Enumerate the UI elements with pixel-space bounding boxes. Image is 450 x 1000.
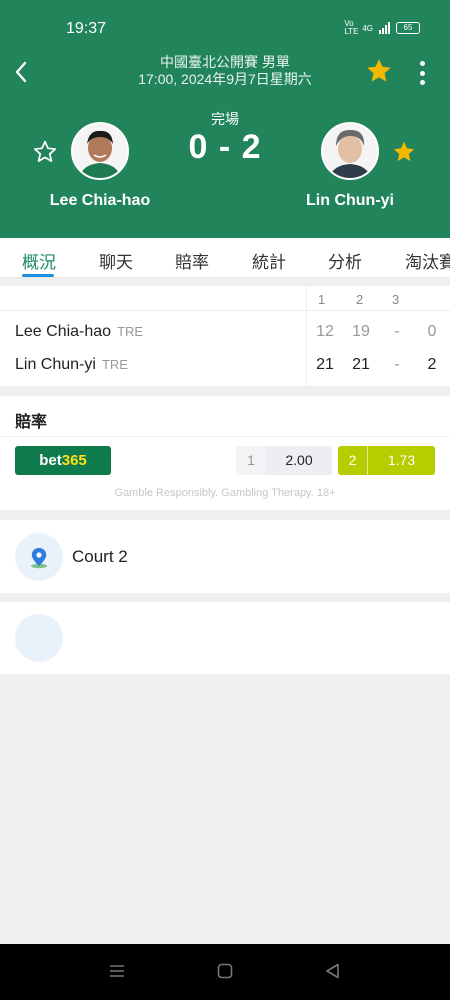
odds-option-label: 1: [247, 452, 255, 468]
match-datetime: 17:00, 2024年9月7日星期六: [138, 71, 312, 87]
set-scoreboard: 1 2 3 Lee Chia-hao TRE 12 19 - 0 Lin Chun…: [0, 286, 450, 386]
status-icons: Vo LTE 4G 65: [344, 20, 420, 36]
set-score: 12: [316, 323, 334, 340]
bookmaker-logo[interactable]: bet365: [15, 446, 111, 475]
odds-title: 賠率: [15, 414, 48, 431]
status-bar: 19:37 Vo LTE 4G 65: [0, 0, 450, 50]
gambling-disclaimer[interactable]: Gamble Responsibly. Gambling Therapy. 18…: [0, 487, 450, 499]
match-status: 完場: [211, 111, 239, 127]
tab-stats[interactable]: 統計: [252, 248, 286, 273]
info-card: [0, 602, 450, 674]
active-tab-indicator: [22, 274, 54, 277]
tab-knockout[interactable]: 淘汰賽: [405, 248, 450, 273]
table-row: Lee Chia-hao TRE: [15, 323, 143, 341]
odds-option-2[interactable]: 2 1.73: [338, 446, 435, 475]
row-player-name: Lin Chun-yi: [15, 356, 96, 373]
player-right-avatar[interactable]: [321, 122, 379, 180]
set-score: -: [394, 356, 400, 373]
set-1-header: 1: [318, 292, 326, 307]
divider: [0, 436, 450, 437]
tab-chat[interactable]: 聊天: [99, 248, 133, 273]
player-left-avatar[interactable]: [71, 122, 129, 180]
venue-name: Court 2: [72, 547, 128, 566]
set-score: 21: [352, 356, 370, 373]
system-nav-bar: [0, 944, 450, 1000]
battery-icon: 65: [396, 22, 420, 34]
more-options-icon[interactable]: [410, 58, 434, 88]
player-right-name[interactable]: Lin Chun-yi: [265, 192, 435, 210]
set-3-header: 3: [392, 292, 400, 307]
set-score: -: [394, 323, 400, 340]
signal-icon: [379, 22, 390, 34]
set-2-header: 2: [356, 292, 364, 307]
signal-label: 4G: [362, 23, 373, 33]
match-score: 0 - 2: [188, 128, 262, 166]
row-team-code: TRE: [117, 324, 144, 339]
divider: [0, 310, 450, 311]
network-label: Vo LTE: [344, 19, 359, 36]
menu-icon[interactable]: [106, 960, 128, 982]
match-header: 19:37 Vo LTE 4G 65 中國臺北公開賽 男單 17:00, 202…: [0, 0, 450, 238]
tournament-name: 中國臺北公開賽 男單: [160, 54, 290, 70]
favorite-star-icon[interactable]: [364, 56, 394, 86]
bookmaker-prefix: bet: [39, 452, 62, 469]
set-score: 19: [352, 323, 370, 340]
venue-card: Court 2: [0, 520, 450, 593]
follow-player-left-star-icon[interactable]: [32, 139, 58, 165]
back-triangle-icon[interactable]: [322, 960, 344, 982]
table-row: Lin Chun-yi TRE: [15, 356, 128, 374]
odds-option-1[interactable]: 1 2.00: [236, 446, 332, 475]
tab-bar: 概況 聊天 賠率 統計 分析 淘汰賽: [0, 238, 450, 278]
tab-analysis[interactable]: 分析: [328, 248, 362, 273]
back-arrow-icon[interactable]: [10, 58, 34, 86]
tab-overview[interactable]: 概況: [22, 248, 56, 273]
follow-player-right-star-icon[interactable]: [391, 139, 417, 165]
player-left-name[interactable]: Lee Chia-hao: [15, 192, 185, 210]
total-score: 0: [427, 323, 437, 340]
odds-option-value: 1.73: [387, 452, 416, 468]
tab-odds[interactable]: 賠率: [175, 248, 209, 273]
divider: [306, 286, 307, 386]
home-icon[interactable]: [214, 960, 236, 982]
row-team-code: TRE: [101, 357, 128, 372]
set-score: 21: [316, 356, 334, 373]
status-time: 19:37: [66, 20, 107, 37]
total-score: 2: [427, 356, 437, 373]
odds-option-label: 2: [338, 446, 368, 475]
row-player-name: Lee Chia-hao: [15, 323, 112, 340]
odds-card: 賠率 bet365 1 2.00 2 1.73 Gamble Responsib…: [0, 396, 450, 510]
bookmaker-suffix: 365: [61, 452, 87, 469]
odds-option-value: 2.00: [266, 446, 332, 475]
placeholder-icon: [15, 614, 63, 662]
match-title: 中國臺北公開賽 男單 17:00, 2024年9月7日星期六: [100, 54, 350, 88]
location-pin-icon: [15, 533, 63, 581]
